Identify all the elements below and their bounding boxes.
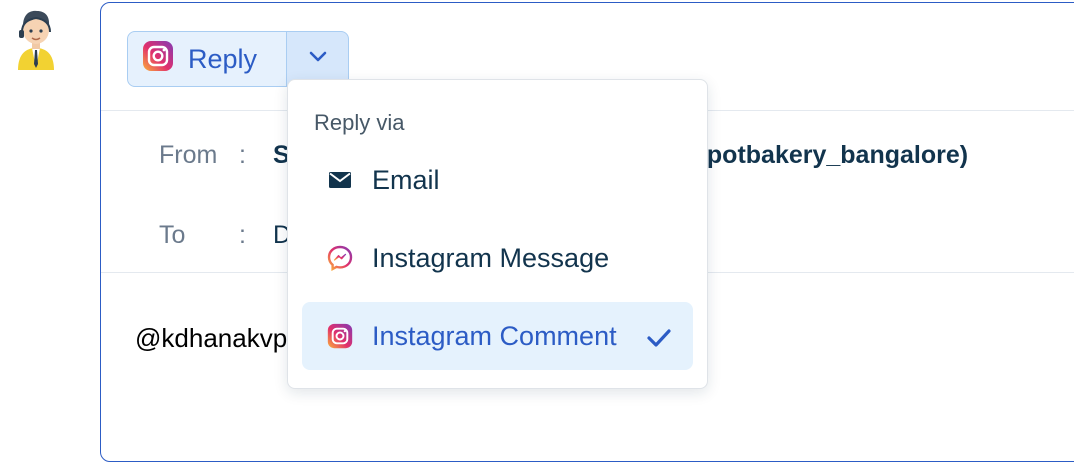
message-body[interactable]: @kdhanakvp [135, 323, 287, 354]
to-colon: : [239, 221, 246, 249]
menu-item-label: Email [372, 164, 440, 195]
menu-item-email[interactable]: Email [302, 146, 693, 214]
reply-via-menu: Reply via Email Instagram Message Instag… [287, 79, 708, 389]
instagram-icon [326, 322, 354, 350]
chevron-down-icon [309, 50, 327, 68]
menu-item-instagram-comment[interactable]: Instagram Comment [302, 302, 693, 370]
from-value-handle: spotbakery_bangalore) [693, 141, 969, 169]
from-label: From [159, 141, 218, 169]
menu-item-instagram-message[interactable]: Instagram Message [302, 224, 693, 292]
from-colon: : [239, 141, 246, 169]
menu-item-label: Instagram Message [372, 242, 610, 273]
reply-button-label: Reply [188, 43, 258, 74]
envelope-icon [326, 166, 354, 194]
to-label: To [159, 221, 186, 249]
checkmark-icon [647, 324, 671, 355]
reply-button[interactable]: Reply [127, 31, 287, 87]
agent-avatar [14, 8, 58, 74]
menu-item-label: Instagram Comment [372, 320, 617, 351]
messenger-icon [326, 244, 354, 272]
menu-heading: Reply via [314, 110, 405, 135]
instagram-icon [142, 40, 174, 79]
